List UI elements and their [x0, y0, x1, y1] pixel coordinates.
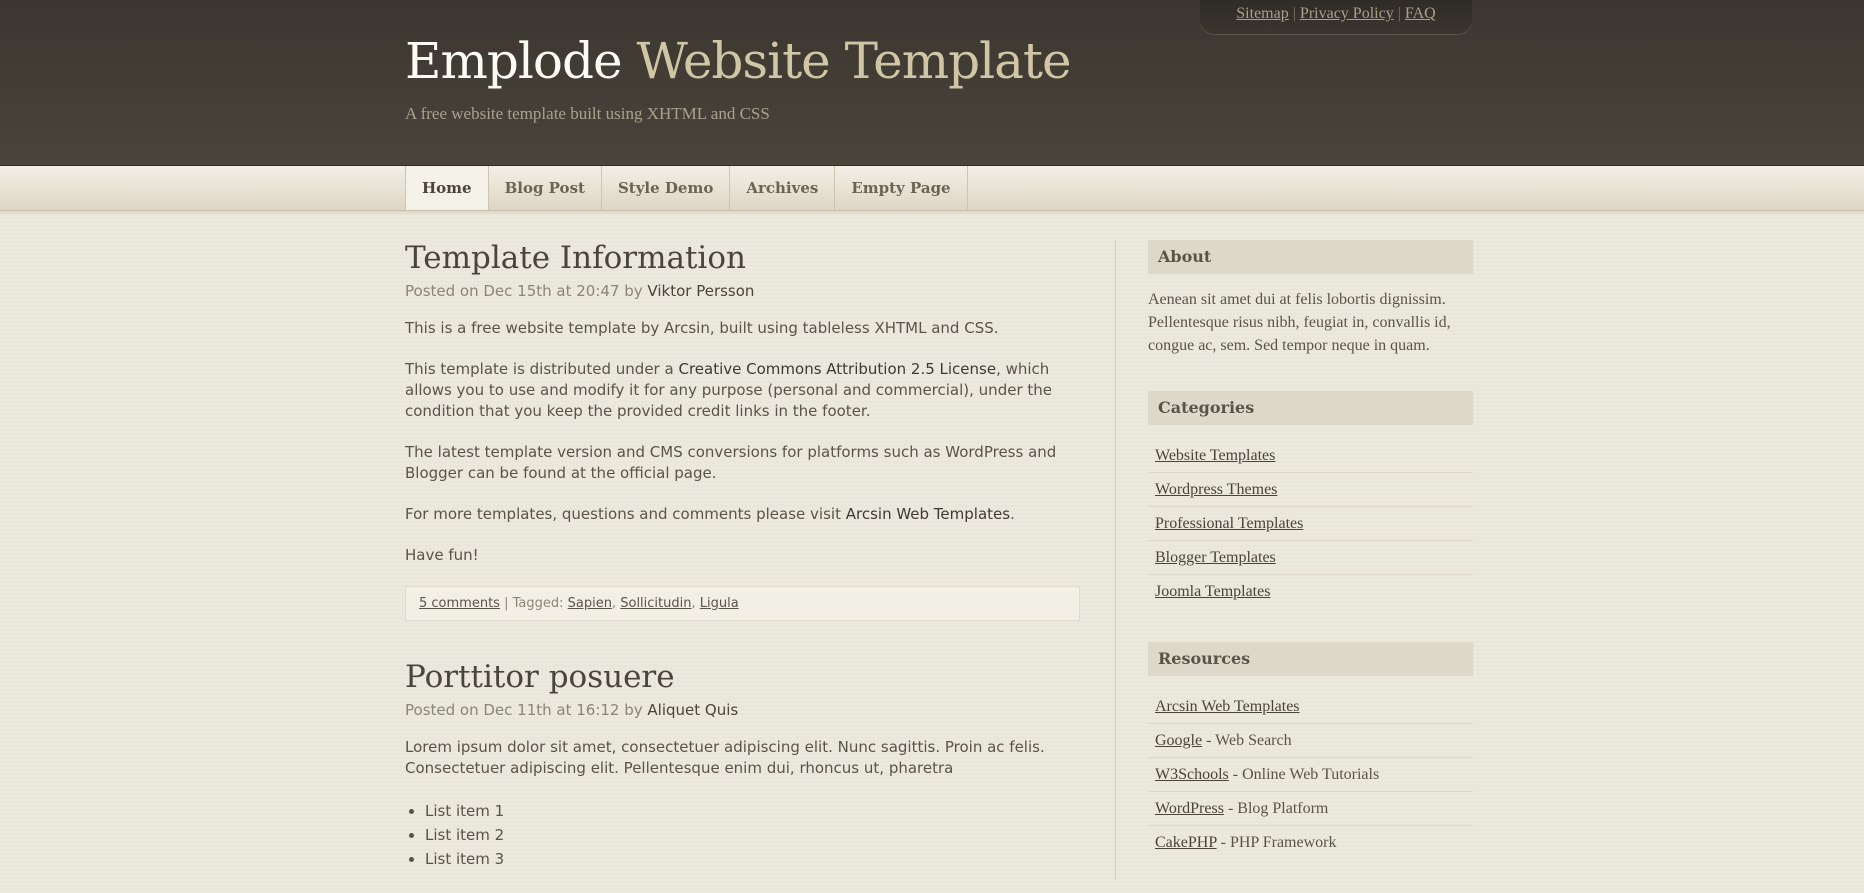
post-paragraph: The latest template version and CMS conv…: [405, 443, 1057, 482]
resource-link[interactable]: CakePHP: [1155, 834, 1217, 851]
post: Porttitor posuere Posted on Dec 11th at …: [405, 655, 1080, 871]
list-item: WordPress - Blog Platform: [1148, 792, 1473, 826]
nav-item-blog-post[interactable]: Blog Post: [489, 166, 602, 210]
about-heading: About: [1148, 240, 1473, 274]
license-link[interactable]: Creative Commons Attribution 2.5 License: [678, 360, 996, 378]
resource-desc: - PHP Framework: [1216, 834, 1337, 851]
site-title-part1: Emplode: [405, 32, 623, 90]
post-list: List item 1 List item 2 List item 3: [405, 799, 1080, 871]
arcsin-link[interactable]: Arcsin Web Templates: [846, 505, 1010, 523]
nav-item-archives[interactable]: Archives: [730, 166, 836, 210]
resource-link[interactable]: Google: [1155, 732, 1202, 749]
list-item: Website Templates: [1148, 439, 1473, 473]
faq-link[interactable]: FAQ: [1405, 5, 1436, 22]
post-paragraph: Lorem ipsum dolor sit amet, consectetuer…: [405, 738, 1045, 777]
post-paragraph: This is a free website template by Arcsi…: [405, 319, 999, 337]
nav-item-empty-page[interactable]: Empty Page: [835, 166, 968, 210]
separator: |: [1292, 5, 1296, 22]
resource-desc: - Blog Platform: [1223, 800, 1329, 817]
main-content: Template Information Posted on Dec 15th …: [405, 236, 1080, 871]
column-divider: [1115, 240, 1116, 880]
list-item: Professional Templates: [1148, 507, 1473, 541]
category-link[interactable]: Website Templates: [1155, 447, 1275, 464]
list-item: W3Schools - Online Web Tutorials: [1148, 758, 1473, 792]
sitemap-link[interactable]: Sitemap: [1236, 5, 1288, 22]
list-item: CakePHP - PHP Framework: [1148, 826, 1473, 859]
list-item: Google - Web Search: [1148, 724, 1473, 758]
post-meta: Posted on Dec 11th at 16:12 by Aliquet Q…: [405, 701, 1080, 719]
tag-link[interactable]: Sapien: [568, 596, 612, 611]
resource-link[interactable]: Arcsin Web Templates: [1155, 698, 1300, 715]
tag-link[interactable]: Ligula: [700, 596, 739, 611]
comments-link[interactable]: 5 comments: [419, 596, 500, 611]
categories-list: Website Templates Wordpress Themes Profe…: [1148, 439, 1473, 608]
about-text: Aenean sit amet dui at felis lobortis di…: [1148, 291, 1451, 354]
list-item: Arcsin Web Templates: [1148, 690, 1473, 724]
site-header: Sitemap | Privacy Policy | FAQ Emplode Websi…: [0, 0, 1864, 166]
text: For more templates, questions and commen…: [405, 505, 841, 523]
site-tagline: A free website template built using XHTM…: [405, 104, 770, 123]
post-date: Posted on Dec 11th at 16:12 by: [405, 701, 643, 719]
post: Template Information Posted on Dec 15th …: [405, 236, 1080, 621]
sidebar: About Aenean sit amet dui at felis lobor…: [1148, 240, 1473, 893]
list-item: List item 2: [425, 823, 1080, 847]
post-author-link[interactable]: Viktor Persson: [647, 282, 754, 300]
post-paragraph: Have fun!: [405, 546, 479, 564]
post-title[interactable]: Template Information: [405, 236, 1080, 280]
list-item: List item 1: [425, 799, 1080, 823]
list-item: Joomla Templates: [1148, 575, 1473, 608]
category-link[interactable]: Blogger Templates: [1155, 549, 1276, 566]
post-meta: Posted on Dec 15th at 20:47 by Viktor Pe…: [405, 282, 1080, 300]
post-paragraph: This template is distributed under a Cre…: [405, 359, 1080, 422]
post-footer: 5 comments | Tagged: Sapien, Sollicitudi…: [405, 586, 1080, 621]
post-author-link[interactable]: Aliquet Quis: [647, 701, 738, 719]
tagged-label: | Tagged:: [504, 596, 564, 611]
nav-item-home[interactable]: Home: [406, 166, 489, 210]
category-link[interactable]: Wordpress Themes: [1155, 481, 1277, 498]
category-link[interactable]: Joomla Templates: [1155, 583, 1270, 600]
top-links: Sitemap | Privacy Policy | FAQ: [1200, 0, 1472, 34]
post-date: Posted on Dec 15th at 20:47 by: [405, 282, 643, 300]
resources-list: Arcsin Web Templates Google - Web Search…: [1148, 690, 1473, 859]
privacy-policy-link[interactable]: Privacy Policy: [1300, 5, 1394, 22]
tag-link[interactable]: Sollicitudin: [620, 596, 691, 611]
text: .: [1010, 505, 1015, 523]
nav-item-style-demo[interactable]: Style Demo: [602, 166, 731, 210]
list-item: List item 3: [425, 847, 1080, 871]
categories-heading: Categories: [1148, 391, 1473, 425]
resource-desc: - Web Search: [1202, 732, 1292, 749]
separator: |: [1397, 5, 1401, 22]
list-item: Wordpress Themes: [1148, 473, 1473, 507]
resource-link[interactable]: W3Schools: [1155, 766, 1229, 783]
resource-desc: - Online Web Tutorials: [1228, 766, 1380, 783]
resources-heading: Resources: [1148, 642, 1473, 676]
post-paragraph: For more templates, questions and commen…: [405, 504, 1080, 525]
category-link[interactable]: Professional Templates: [1155, 515, 1303, 532]
main-nav: Home Blog Post Style Demo Archives Empty…: [0, 166, 1864, 211]
site-title[interactable]: Emplode Website Template: [405, 30, 1072, 92]
post-title[interactable]: Porttitor posuere: [405, 655, 1080, 699]
list-item: Blogger Templates: [1148, 541, 1473, 575]
resource-link[interactable]: WordPress: [1155, 800, 1224, 817]
text: This template is distributed under a: [405, 360, 674, 378]
site-title-part2: Website Template: [636, 32, 1072, 90]
